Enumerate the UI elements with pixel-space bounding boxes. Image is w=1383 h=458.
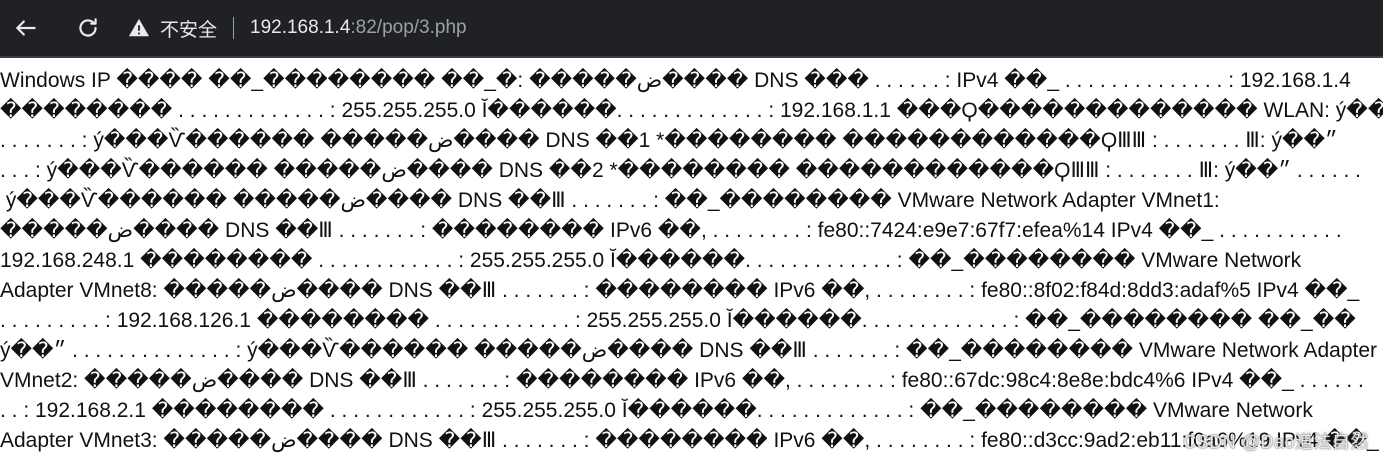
reload-icon bbox=[79, 18, 97, 37]
page-content: Windows IP ���� ��_�������� ��_�: �����ض… bbox=[0, 58, 1383, 458]
url-host[interactable]: 192.168.1.4 bbox=[250, 17, 350, 39]
output-line: VMnet2: �����ض���� DNS ��Ⅲ . . . . . . .… bbox=[0, 369, 1364, 392]
reload-button[interactable] bbox=[66, 6, 110, 50]
address-bar[interactable]: 不安全 192.168.1.4:82/pop/3.php bbox=[128, 8, 467, 48]
output-line: �����ض���� DNS ��Ⅲ . . . . . . . : �����… bbox=[0, 219, 1342, 242]
output-line: Windows IP ���� ��_�������� ��_�: �����ض… bbox=[0, 69, 1351, 92]
watermark: CSDN @Dao道法自然 bbox=[1183, 432, 1369, 452]
security-status-label[interactable]: 不安全 bbox=[160, 15, 217, 42]
output-line: . . . : ý���Ѷ������ �����ض���� DNS ��2 *… bbox=[0, 159, 1362, 182]
url-path[interactable]: :82/pop/3.php bbox=[350, 17, 466, 39]
output-line: Adapter VMnet3: �����ض���� DNS ��Ⅲ . . .… bbox=[0, 429, 1379, 452]
output-line: ý���Ѷ������ �����ض���� DNS ��Ⅲ . . . . .… bbox=[0, 189, 1220, 212]
arrow-left-icon bbox=[16, 20, 36, 36]
address-separator bbox=[233, 17, 235, 39]
output-line: . . . . . . . . . : 192.168.126.1 ������… bbox=[0, 309, 1356, 332]
output-line: Adapter VMnet8: �����ض���� DNS ��Ⅲ . . .… bbox=[0, 279, 1360, 302]
browser-toolbar: 不安全 192.168.1.4:82/pop/3.php bbox=[0, 0, 1383, 56]
warning-triangle-icon[interactable] bbox=[128, 17, 150, 39]
output-line: . . . . . . . : ý���Ѷ������ �����ض���� D… bbox=[0, 129, 1338, 152]
output-line: �������� . . . . . . . . . . . . . : 255… bbox=[0, 99, 1383, 122]
back-button[interactable] bbox=[4, 6, 48, 50]
output-line: ý��״ . . . . . . . . . . . . . . : ý���Ѷ… bbox=[0, 339, 1377, 362]
output-line: 192.168.248.1 �������� . . . . . . . . .… bbox=[0, 249, 1302, 272]
output-line: . . : 192.168.2.1 �������� . . . . . . .… bbox=[0, 399, 1313, 422]
